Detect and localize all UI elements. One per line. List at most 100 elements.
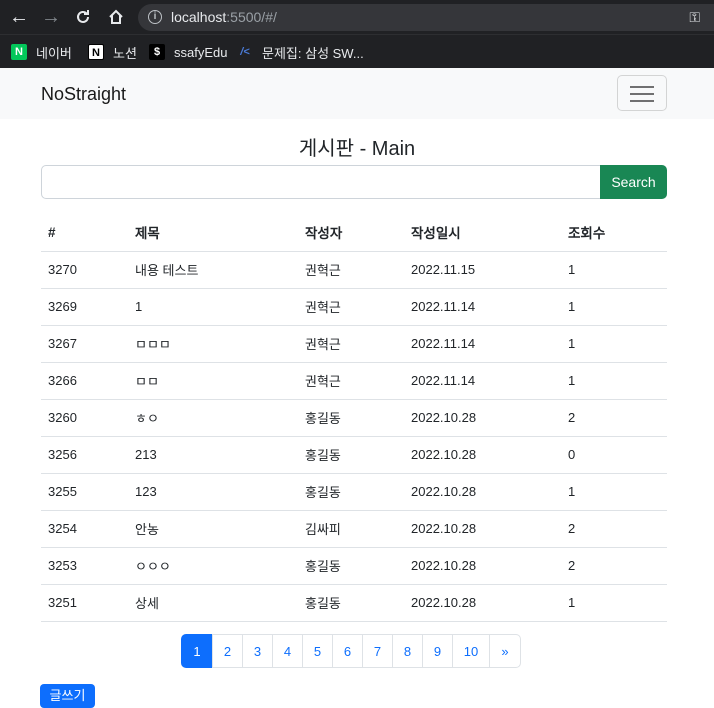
table-row[interactable]: 3255 123 홍길동 2022.10.28 1 (41, 473, 667, 511)
post-author: 홍길동 (298, 436, 404, 474)
page-link-10[interactable]: 10 (452, 634, 490, 668)
post-views: 1 (561, 362, 667, 400)
post-author: 권혁근 (298, 325, 404, 363)
table-row[interactable]: 3266 ㅁㅁ 권혁근 2022.11.14 1 (41, 362, 667, 400)
reload-icon[interactable] (71, 5, 95, 29)
navbar-brand[interactable]: NoStraight (41, 84, 126, 105)
post-views: 1 (561, 288, 667, 326)
page-link-3[interactable]: 3 (242, 634, 273, 668)
post-author: 김싸피 (298, 510, 404, 548)
forward-arrow-icon[interactable]: → (39, 5, 63, 29)
post-date: 2022.11.14 (404, 288, 561, 326)
bookmark-naver[interactable]: N 네이버 (11, 41, 72, 63)
navbar-toggler-button[interactable] (617, 75, 667, 111)
page-link-9[interactable]: 9 (422, 634, 453, 668)
post-views: 1 (561, 251, 667, 289)
bookmark-label: 노션 (113, 45, 137, 61)
post-number: 3270 (41, 251, 128, 289)
table-row[interactable]: 3251 상세 홍길동 2022.10.28 1 (41, 584, 667, 622)
post-date: 2022.11.14 (404, 325, 561, 363)
bookmark-swea[interactable]: /< 문제집: 삼성 SW... (237, 41, 364, 63)
post-views: 2 (561, 547, 667, 585)
post-title[interactable]: ㅎㅇ (128, 399, 298, 437)
bookmark-ssafy[interactable]: $ ssafyEdu (149, 41, 227, 63)
header-number: # (41, 214, 128, 252)
header-author: 작성자 (298, 214, 404, 252)
back-arrow-icon[interactable]: ← (7, 5, 31, 29)
table-row[interactable]: 3253 ㅇㅇㅇ 홍길동 2022.10.28 2 (41, 547, 667, 585)
post-views: 2 (561, 399, 667, 437)
post-title[interactable]: ㅁㅁ (128, 362, 298, 400)
url-text: localhost:5500/#/ (171, 9, 277, 25)
table-row[interactable]: 3256 213 홍길동 2022.10.28 0 (41, 436, 667, 474)
post-number: 3267 (41, 325, 128, 363)
post-title[interactable]: 1 (128, 288, 298, 326)
ssafy-icon: $ (149, 44, 165, 60)
post-title[interactable]: ㅇㅇㅇ (128, 547, 298, 585)
page-next-button[interactable]: » (489, 634, 521, 668)
table-row[interactable]: 3269 1 권혁근 2022.11.14 1 (41, 288, 667, 326)
page-link-2[interactable]: 2 (212, 634, 243, 668)
post-title[interactable]: 213 (128, 436, 298, 474)
post-date: 2022.10.28 (404, 547, 561, 585)
post-date: 2022.11.14 (404, 362, 561, 400)
post-number: 3269 (41, 288, 128, 326)
search-button[interactable]: Search (600, 165, 667, 199)
post-title[interactable]: 상세 (128, 584, 298, 622)
post-title[interactable]: ㅁㅁㅁ (128, 325, 298, 363)
info-icon[interactable]: i (148, 10, 162, 24)
page-link-1[interactable]: 1 (181, 634, 213, 668)
write-button[interactable]: 글쓰기 (40, 684, 95, 708)
post-views: 1 (561, 584, 667, 622)
search-input[interactable] (41, 165, 601, 199)
post-views: 1 (561, 473, 667, 511)
post-number: 3255 (41, 473, 128, 511)
page-link-4[interactable]: 4 (272, 634, 303, 668)
page-link-7[interactable]: 7 (362, 634, 393, 668)
bookmark-label: 문제집: 삼성 SW... (262, 45, 364, 61)
post-views: 0 (561, 436, 667, 474)
post-author: 홍길동 (298, 584, 404, 622)
post-author: 권혁근 (298, 362, 404, 400)
table-row[interactable]: 3270 내용 테스트 권혁근 2022.11.15 1 (41, 251, 667, 289)
naver-icon: N (11, 44, 27, 60)
browser-toolbar: ← → i localhost:5500/#/ ⚿ (0, 0, 714, 34)
key-icon[interactable]: ⚿ (689, 9, 700, 26)
post-number: 3266 (41, 362, 128, 400)
address-bar[interactable]: i localhost:5500/#/ ⚿ (138, 4, 714, 31)
post-date: 2022.10.28 (404, 584, 561, 622)
post-views: 2 (561, 510, 667, 548)
swea-icon: /< (240, 46, 250, 58)
table-row[interactable]: 3267 ㅁㅁㅁ 권혁근 2022.11.14 1 (41, 325, 667, 363)
page-link-6[interactable]: 6 (332, 634, 363, 668)
post-date: 2022.10.28 (404, 473, 561, 511)
post-number: 3256 (41, 436, 128, 474)
post-author: 권혁근 (298, 251, 404, 289)
post-number: 3253 (41, 547, 128, 585)
home-icon[interactable] (104, 5, 128, 29)
bookmark-label: 네이버 (36, 45, 72, 61)
post-author: 권혁근 (298, 288, 404, 326)
post-title[interactable]: 안농 (128, 510, 298, 548)
page-link-5[interactable]: 5 (302, 634, 333, 668)
bookmark-notion[interactable]: N 노션 (88, 41, 137, 63)
post-author: 홍길동 (298, 547, 404, 585)
navbar: NoStraight (0, 68, 714, 119)
bookmark-label: ssafyEdu (174, 44, 228, 60)
post-date: 2022.10.28 (404, 436, 561, 474)
board-table: # 제목 작성자 작성일시 조회수 3270 내용 테스트 권혁근 2022.11.1… (41, 214, 667, 622)
header-date: 작성일시 (404, 214, 561, 252)
hamburger-icon (630, 86, 654, 88)
post-title[interactable]: 내용 테스트 (128, 251, 298, 289)
header-title: 제목 (128, 214, 298, 252)
bookmarks-bar: N 네이버 N 노션 $ ssafyEdu /< 문제집: 삼성 SW... (0, 34, 714, 68)
table-row[interactable]: 3254 안농 김싸피 2022.10.28 2 (41, 510, 667, 548)
notion-icon: N (88, 44, 104, 60)
post-title[interactable]: 123 (128, 473, 298, 511)
table-header-row: # 제목 작성자 작성일시 조회수 (41, 214, 667, 252)
post-views: 1 (561, 325, 667, 363)
table-row[interactable]: 3260 ㅎㅇ 홍길동 2022.10.28 2 (41, 399, 667, 437)
post-number: 3260 (41, 399, 128, 437)
post-date: 2022.11.15 (404, 251, 561, 289)
page-link-8[interactable]: 8 (392, 634, 423, 668)
